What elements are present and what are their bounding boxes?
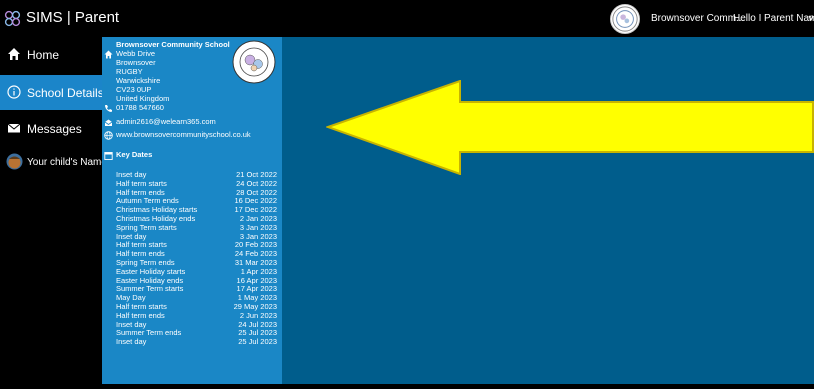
- calendar-icon: [104, 152, 113, 160]
- sidebar-item-school-details[interactable]: School Details: [0, 75, 104, 110]
- sidebar-item-label: Your child's Name: [27, 157, 107, 168]
- phone-number[interactable]: 01788 547660: [116, 103, 164, 112]
- key-date-label: Easter Holiday ends: [116, 275, 184, 285]
- sidebar-item-home[interactable]: Home: [0, 37, 102, 72]
- user-menu[interactable]: Parent Name: [764, 13, 814, 24]
- key-dates-title: Key Dates: [116, 150, 153, 159]
- info-icon: [7, 85, 21, 99]
- key-date-label: Christmas Holiday starts: [116, 205, 198, 215]
- key-date-row: Inset day 25 Jul 2023: [116, 337, 277, 347]
- key-date-label: Autumn Term ends: [116, 196, 179, 206]
- email-icon: [104, 119, 113, 126]
- school-badge-icon[interactable]: [610, 4, 640, 34]
- child-avatar: [6, 153, 23, 170]
- sidebar: Home School Details Messages Your child'…: [0, 37, 107, 389]
- school-name: Brownsover Community School: [116, 40, 230, 49]
- key-date-label: Christmas Holiday ends: [116, 214, 196, 223]
- key-date-label: Summer Term starts: [116, 284, 184, 294]
- key-date-label: Inset day: [116, 170, 147, 179]
- key-date-label: Easter Holiday starts: [116, 266, 186, 276]
- sidebar-item-label: School Details: [27, 86, 104, 100]
- key-date-label: Half term ends: [116, 187, 165, 197]
- home-icon: [8, 48, 20, 60]
- annotation-arrow: [326, 80, 814, 175]
- website-link[interactable]: www.brownsovercommunityschool.co.uk: [116, 130, 251, 139]
- sidebar-item-child[interactable]: Your child's Name: [0, 145, 107, 180]
- globe-icon: [104, 131, 113, 140]
- bottom-strip: [102, 384, 814, 389]
- sidebar-item-messages[interactable]: Messages: [0, 111, 102, 146]
- school-crest-logo: [232, 40, 276, 84]
- key-date-label: Half term starts: [116, 240, 167, 250]
- address-line: United Kingdom: [116, 94, 170, 103]
- sims-logo-icon: [4, 10, 21, 27]
- chevron-down-icon[interactable]: [808, 14, 814, 22]
- key-date-label: Half term ends: [116, 249, 165, 259]
- email-link[interactable]: admin2616@welearn365.com: [116, 117, 216, 126]
- phone-icon: [105, 105, 112, 112]
- key-date-label: May Day: [116, 293, 146, 303]
- key-date-value: 25 Jul 2023: [238, 337, 277, 347]
- key-date-label: Inset day: [116, 231, 147, 241]
- key-date-label: Inset day: [116, 337, 147, 347]
- sidebar-item-label: Home: [27, 48, 60, 62]
- top-bar: SIMS | Parent Brownsover Comm... Hello I…: [0, 0, 814, 37]
- greeting-text: Hello I: [733, 13, 762, 24]
- address-line: Brownsover: [116, 58, 156, 67]
- app-title: SIMS | Parent: [26, 9, 120, 26]
- mail-icon: [7, 123, 21, 133]
- key-date-label: Half term starts: [116, 302, 167, 311]
- address-line: CV23 0UP: [116, 85, 152, 94]
- key-date-label: Spring Term starts: [116, 222, 177, 232]
- key-date-label: Half term starts: [116, 178, 167, 188]
- address-line: Warwickshire: [116, 76, 161, 85]
- key-date-label: Inset day: [116, 319, 147, 329]
- key-date-label: Spring Term ends: [116, 258, 175, 267]
- address-line: Webb Drive: [116, 49, 156, 58]
- key-date-label: Summer Term ends: [116, 328, 182, 338]
- sidebar-item-label: Messages: [27, 122, 82, 136]
- home-icon: [104, 50, 113, 59]
- school-switcher[interactable]: Brownsover Comm...: [651, 13, 744, 24]
- key-date-label: Half term ends: [116, 310, 165, 320]
- address-line: RUGBY: [116, 67, 143, 76]
- school-details-panel: Brownsover Community School Webb Drive B…: [102, 37, 282, 384]
